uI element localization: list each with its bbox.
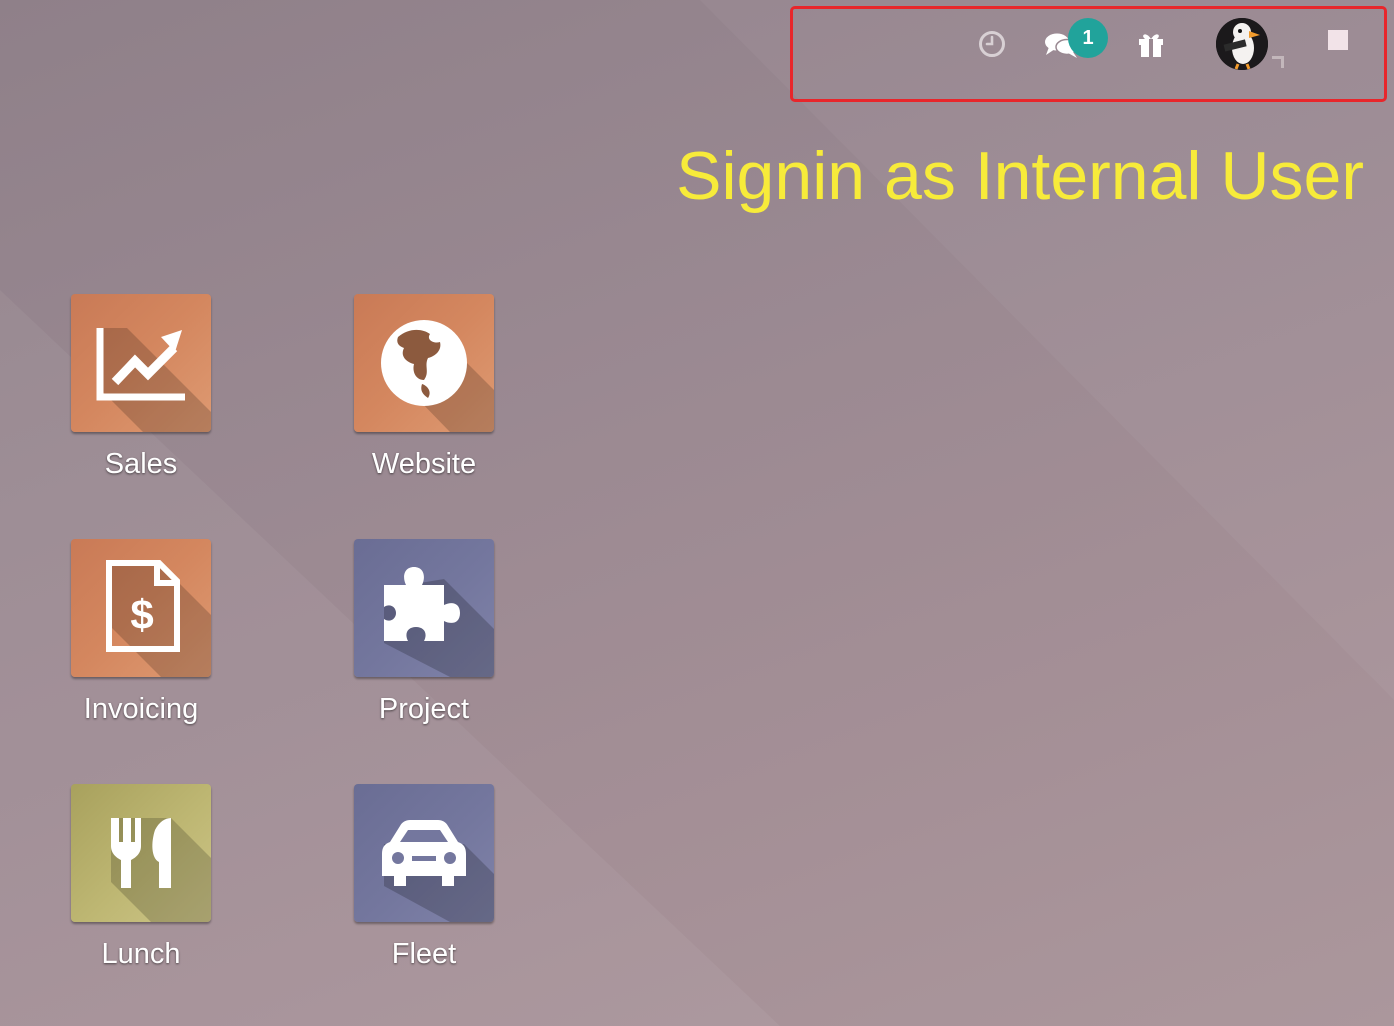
app-label: Fleet [391,938,457,970]
app-label: Invoicing [83,693,199,725]
app-fleet[interactable]: Fleet [334,784,514,972]
svg-text:$: $ [130,591,153,638]
invoice-dollar-icon: $ [106,560,211,677]
user-menu[interactable] [1210,14,1294,76]
app-invoicing-tile: $ [71,539,211,677]
whats-new-menu[interactable] [1134,26,1168,62]
app-label: Sales [104,448,178,480]
app-lunch-tile [71,784,211,922]
chart-line-icon [96,328,211,432]
app-label: Website [371,448,477,480]
square-icon [1328,30,1348,50]
activity-menu[interactable] [974,26,1010,62]
annotation-text: Signin as Internal User [676,138,1364,214]
app-label: Lunch [101,938,181,970]
app-sales-tile [71,294,211,432]
chevron-down-icon [1272,56,1284,68]
puffin-avatar [1216,18,1268,70]
app-invoicing[interactable]: $ Invoicing [51,539,231,727]
globe-icon [381,320,494,432]
switch-company-menu[interactable] [1326,28,1350,52]
message-count-badge: 1 [1068,18,1108,58]
app-sales[interactable]: Sales [51,294,231,482]
app-website-tile [354,294,494,432]
car-icon [382,820,494,922]
app-fleet-tile [354,784,494,922]
cutlery-icon [111,818,211,922]
app-website[interactable]: Website [334,294,514,482]
gift-icon [1139,34,1163,57]
app-lunch[interactable]: Lunch [51,784,231,972]
app-label: Project [378,693,470,725]
app-project[interactable]: Project [334,539,514,727]
puzzle-piece-icon [384,567,494,677]
clock-icon [979,31,1005,57]
app-project-tile [354,539,494,677]
